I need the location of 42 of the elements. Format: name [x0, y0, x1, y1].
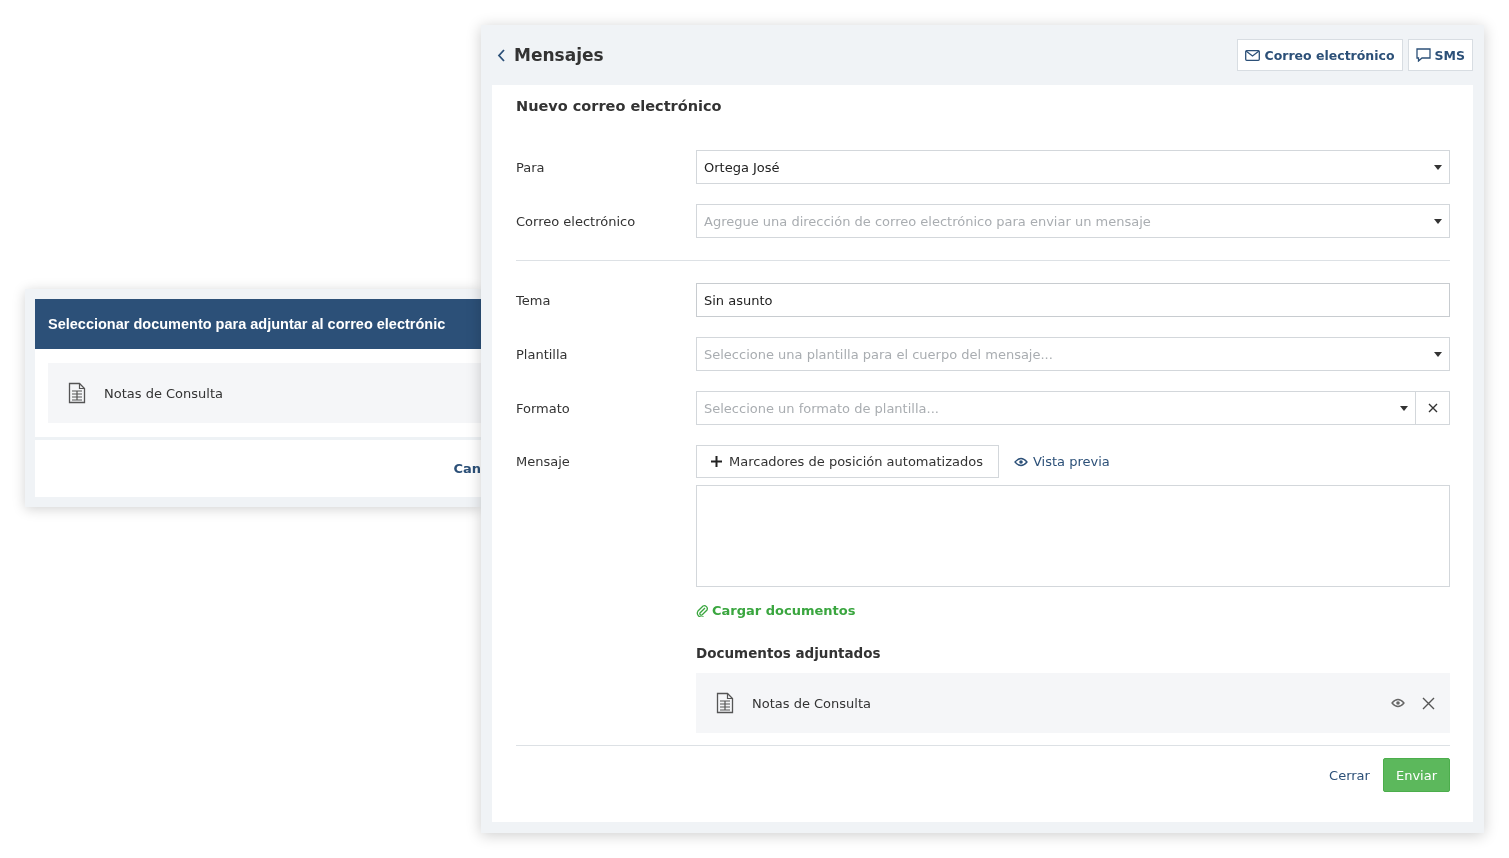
select-field[interactable]: Ortega José	[696, 150, 1450, 184]
channel-button[interactable]: Correo electrónico	[1237, 39, 1403, 71]
close-icon	[1427, 403, 1438, 413]
cancel-link[interactable]: Can	[453, 461, 481, 476]
field-label: Correo electrónico	[516, 213, 637, 229]
page-title: Mensajes	[514, 45, 604, 65]
field-label: Plantilla	[516, 346, 569, 362]
field-placeholder: Agregue una dirección de correo electrónico para enviar un mensaje	[704, 213, 1151, 229]
chat-icon	[1415, 48, 1431, 62]
field-label: Formato	[516, 400, 571, 416]
text-field[interactable]: Sin asunto	[696, 283, 1450, 317]
channel-button[interactable]: SMS	[1407, 39, 1473, 71]
eye-icon[interactable]	[1391, 698, 1405, 708]
clear-button[interactable]	[1416, 391, 1450, 425]
preview-link[interactable]: Vista previa	[1013, 454, 1110, 469]
plus-icon	[711, 456, 722, 467]
document-name: Notas de Consulta	[104, 385, 223, 401]
close-icon[interactable]	[1422, 696, 1435, 710]
dialog-title: Seleccionar documento para adjuntar al correo electrónic	[48, 316, 446, 332]
field-placeholder: Seleccione un formato de plantilla...	[704, 400, 939, 416]
paperclip-icon	[696, 604, 708, 617]
attachment-name: Notas de Consulta	[752, 695, 871, 711]
document-icon	[68, 382, 86, 404]
field-label: Mensaje	[516, 453, 571, 469]
back-icon[interactable]	[497, 48, 505, 62]
field-placeholder: Seleccione una plantilla para el cuerpo del mensaje...	[704, 346, 1053, 362]
field-value: Ortega José	[704, 159, 780, 175]
close-link[interactable]: Cerrar	[1329, 767, 1370, 783]
envelope-icon	[1245, 49, 1261, 61]
caret-icon	[1434, 351, 1442, 357]
document-item[interactable]: Notas de Consulta	[48, 363, 481, 423]
placeholders-button[interactable]: Marcadores de posición automatizados	[696, 445, 999, 478]
caret-icon	[1400, 405, 1408, 411]
attachments-heading: Documentos adjuntados	[696, 645, 881, 661]
field-label: Tema	[516, 292, 552, 308]
caret-icon	[1434, 164, 1442, 170]
field-label: Para	[516, 159, 546, 175]
form-title: Nuevo correo electrónico	[516, 98, 722, 114]
caret-icon	[1434, 218, 1442, 224]
eye-icon	[1013, 456, 1028, 467]
document-icon	[716, 692, 734, 714]
field-value: Sin asunto	[704, 292, 773, 308]
